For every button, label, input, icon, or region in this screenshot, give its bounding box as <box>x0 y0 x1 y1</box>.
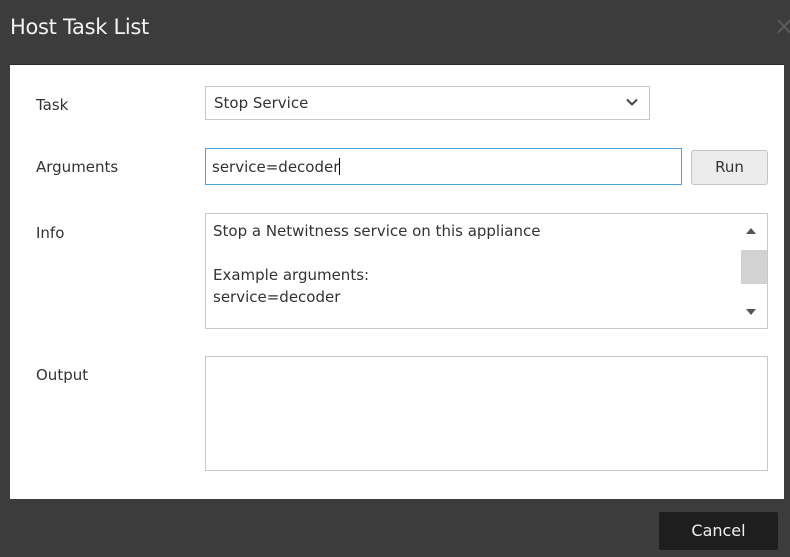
cancel-button[interactable]: Cancel <box>659 512 778 550</box>
dialog-frame-left <box>0 64 10 499</box>
scroll-down-arrow-icon[interactable] <box>746 309 756 315</box>
scroll-up-arrow-icon[interactable] <box>746 228 756 234</box>
run-button[interactable]: Run <box>691 150 768 185</box>
info-line: Example arguments: <box>213 266 370 284</box>
close-icon[interactable]: × <box>774 14 790 38</box>
output-label: Output <box>36 366 89 384</box>
dialog-footer: Cancel <box>0 499 790 557</box>
output-textarea[interactable] <box>205 356 768 471</box>
scrollbar-thumb[interactable] <box>741 250 767 284</box>
info-line: Stop a Netwitness service on this applia… <box>213 222 541 240</box>
info-label: Info <box>36 224 65 242</box>
task-label: Task <box>36 96 69 114</box>
dialog-title: Host Task List <box>10 15 149 39</box>
text-cursor <box>339 158 341 175</box>
task-select[interactable]: Stop Service <box>205 86 650 120</box>
info-line-blank <box>213 242 767 264</box>
dialog-titlebar: Host Task List × <box>0 0 790 65</box>
info-line: service=decoder <box>213 288 341 306</box>
info-textarea[interactable]: Stop a Netwitness service on this applia… <box>205 213 768 329</box>
task-select-value: Stop Service <box>214 94 309 112</box>
info-scrollbar[interactable] <box>733 214 767 328</box>
arguments-input-value: service=decoder <box>212 158 340 176</box>
chevron-down-icon <box>626 98 638 106</box>
dialog-frame-right <box>784 64 790 499</box>
arguments-label: Arguments <box>36 158 119 176</box>
host-task-list-dialog: Host Task List × Task Stop Service Argum… <box>0 0 790 557</box>
arguments-input[interactable]: service=decoder <box>205 148 682 185</box>
